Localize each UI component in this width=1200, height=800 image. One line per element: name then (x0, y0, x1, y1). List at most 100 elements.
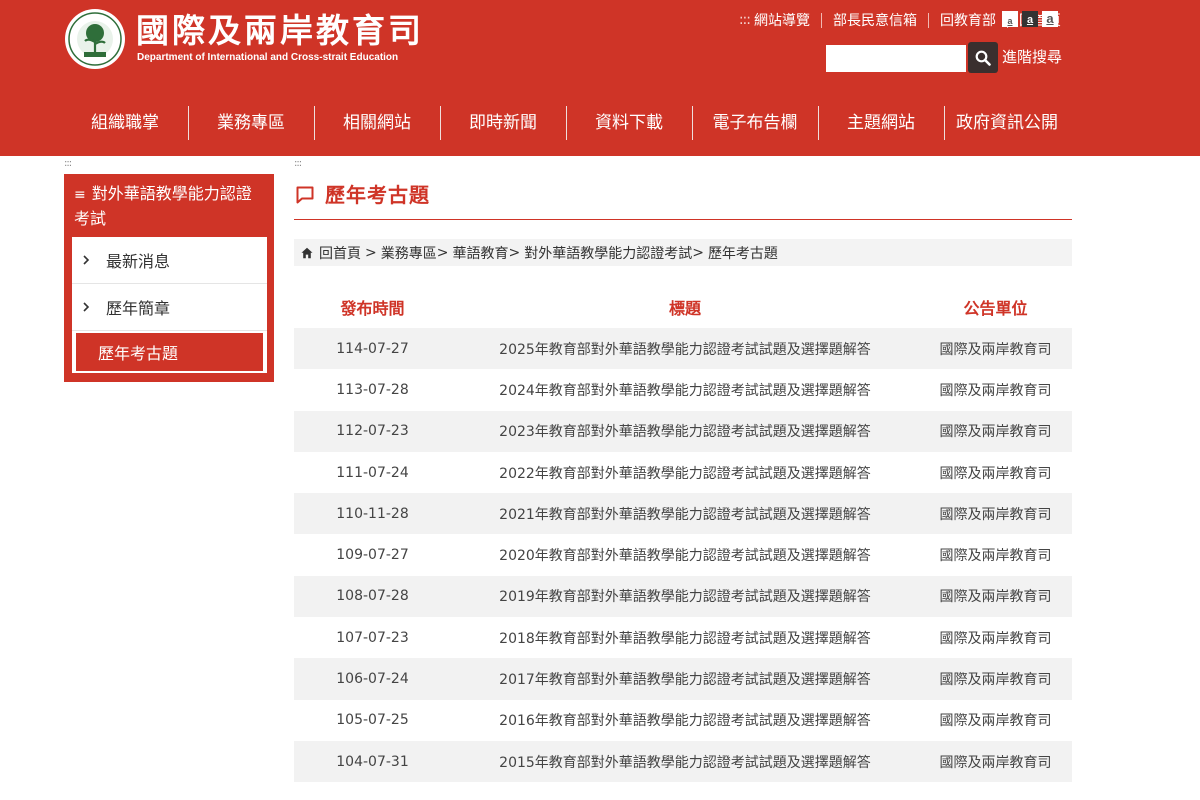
row-unit: 國際及兩岸教育司 (919, 410, 1072, 452)
ministry-emblem-icon (65, 9, 125, 69)
ministry-logo[interactable] (64, 8, 126, 70)
util-link-ministry-home[interactable]: 回教育部 (940, 10, 996, 30)
row-title-link[interactable]: 2023年教育部對外華語教學能力認證考試試題及選擇題解答 (499, 424, 871, 440)
row-title-link[interactable]: 2016年教育部對外華語教學能力認證考試試題及選擇題解答 (499, 713, 871, 729)
row-title-cell: 2015年教育部對外華語教學能力認證考試試題及選擇題解答 (451, 740, 919, 783)
row-date: 108-07-28 (294, 575, 451, 618)
util-link-sitemap[interactable]: 網站導覽 (754, 10, 810, 30)
row-unit: 國際及兩岸教育司 (919, 740, 1072, 783)
left-anchor[interactable]: ::: (64, 158, 72, 170)
row-title-cell: 2017年教育部對外華語教學能力認證考試試題及選擇題解答 (451, 658, 919, 700)
exam-table: 發布時間 標題 公告單位 114-07-27 2025年教育部對外華語教學能力認… (294, 286, 1072, 783)
sidebar: ≡ 對外華語教學能力認證考試 最新消息 歷年簡章 歷年考古題 (64, 174, 274, 382)
column-header-title[interactable]: 標題 (451, 286, 919, 328)
chevron-right-icon (82, 302, 92, 312)
main-anchor[interactable]: ::: (294, 158, 302, 170)
table-header-row: 發布時間 標題 公告單位 (294, 286, 1072, 328)
chevron-right-icon (82, 255, 92, 265)
table-row: 105-07-25 2016年教育部對外華語教學能力認證考試試題及選擇題解答 國… (294, 700, 1072, 741)
font-size-switcher: a a a (1002, 11, 1058, 27)
table-row: 107-07-23 2018年教育部對外華語教學能力認證考試試題及選擇題解答 國… (294, 617, 1072, 658)
row-title-link[interactable]: 2019年教育部對外華語教學能力認證考試試題及選擇題解答 (499, 589, 871, 605)
page-heading: 歷年考古題 (294, 180, 1072, 220)
row-unit: 國際及兩岸教育司 (939, 548, 1052, 565)
advanced-search-link[interactable]: 進階搜尋 (1002, 46, 1062, 67)
font-size-small-button[interactable]: a (1002, 11, 1018, 27)
nav-item-business[interactable]: 業務專區 (188, 105, 314, 141)
table-row: 114-07-27 2025年教育部對外華語教學能力認證考試試題及選擇題解答 國… (294, 328, 1072, 370)
breadcrumb-separator: > (436, 244, 449, 261)
search-icon (975, 50, 991, 66)
row-title-cell: 2023年教育部對外華語教學能力認證考試試題及選擇題解答 (451, 410, 919, 452)
row-date: 113-07-28 (336, 381, 409, 398)
column-header-date[interactable]: 發布時間 (294, 286, 451, 328)
row-title-link[interactable]: 2017年教育部對外華語教學能力認證考試試題及選擇題解答 (499, 672, 871, 688)
row-title-cell: 2020年教育部對外華語教學能力認證考試試題及選擇題解答 (451, 534, 919, 575)
row-unit: 國際及兩岸教育司 (939, 382, 1052, 399)
site-subtitle: Department of International and Cross-st… (137, 52, 399, 63)
sidebar-title-text: 對外華語教學能力認證考試 (74, 184, 252, 228)
nav-item-bulletin[interactable]: 電子布告欄 (692, 105, 818, 141)
row-title-cell: 2025年教育部對外華語教學能力認證考試試題及選擇題解答 (451, 328, 919, 370)
breadcrumb-separator: > (692, 244, 704, 261)
row-unit: 國際及兩岸教育司 (919, 575, 1072, 618)
row-title-link[interactable]: 2021年教育部對外華語教學能力認證考試試題及選擇題解答 (499, 507, 871, 523)
row-title-link[interactable]: 2024年教育部對外華語教學能力認證考試試題及選擇題解答 (499, 383, 871, 399)
page-title: 歷年考古題 (325, 183, 430, 207)
search-input[interactable] (826, 45, 966, 72)
row-title-link[interactable]: 2018年教育部對外華語教學能力認證考試試題及選擇題解答 (499, 631, 871, 647)
font-size-large-button[interactable]: a (1042, 11, 1058, 27)
breadcrumb-certification-exam[interactable]: 對外華語教學能力認證考試 (524, 243, 692, 263)
row-title-link[interactable]: 2025年教育部對外華語教學能力認證考試試題及選擇題解答 (499, 342, 871, 358)
sidebar-item-brochures[interactable]: 歷年簡章 (72, 284, 267, 331)
nav-item-downloads[interactable]: 資料下載 (566, 105, 692, 141)
row-unit: 國際及兩岸教育司 (939, 713, 1052, 730)
nav-item-gov-info[interactable]: 政府資訊公開 (944, 105, 1070, 141)
row-date: 109-07-27 (336, 547, 409, 564)
row-unit: 國際及兩岸教育司 (939, 465, 1052, 482)
font-size-medium-button[interactable]: a (1022, 11, 1038, 27)
row-date: 106-07-24 (294, 658, 451, 700)
nav-item-theme-sites[interactable]: 主題網站 (818, 105, 944, 141)
row-title-cell: 2021年教育部對外華語教學能力認證考試試題及選擇題解答 (451, 493, 919, 535)
breadcrumb-home[interactable]: 回首頁 (319, 243, 361, 263)
menu-icon: ≡ (74, 187, 86, 203)
accesskey-anchor[interactable]: ::: (739, 12, 751, 28)
row-unit: 國際及兩岸教育司 (919, 658, 1072, 700)
table-row: 111-07-24 2022年教育部對外華語教學能力認證考試試題及選擇題解答 國… (294, 452, 1072, 493)
breadcrumb-separator: > (365, 244, 377, 261)
table-row: 112-07-23 2023年教育部對外華語教學能力認證考試試題及選擇題解答 國… (294, 410, 1072, 452)
sidebar-title: ≡ 對外華語教學能力認證考試 (74, 182, 266, 230)
row-date: 107-07-23 (336, 629, 409, 646)
site-header: 國際及兩岸教育司 Department of International and… (0, 0, 1200, 156)
breadcrumb-current: 歷年考古題 (707, 245, 778, 262)
sidebar-item-label: 歷年考古題 (98, 344, 179, 363)
search-button[interactable] (968, 42, 998, 73)
row-date: 111-07-24 (336, 464, 409, 481)
site-title: 國際及兩岸教育司 (136, 11, 424, 50)
table-row: 106-07-24 2017年教育部對外華語教學能力認證考試試題及選擇題解答 國… (294, 658, 1072, 700)
home-icon (301, 247, 313, 258)
column-header-unit[interactable]: 公告單位 (919, 286, 1072, 328)
main-nav: 組織職掌 業務專區 相關網站 即時新聞 資料下載 電子布告欄 主題網站 政府資訊… (62, 105, 1070, 141)
row-title-link[interactable]: 2015年教育部對外華語教學能力認證考試試題及選擇題解答 (499, 755, 871, 771)
row-title-link[interactable]: 2020年教育部對外華語教學能力認證考試試題及選擇題解答 (499, 548, 871, 564)
table-row: 110-11-28 2021年教育部對外華語教學能力認證考試試題及選擇題解答 國… (294, 493, 1072, 535)
sidebar-item-latest-news[interactable]: 最新消息 (72, 237, 267, 284)
breadcrumb-business[interactable]: 業務專區 (381, 243, 437, 263)
divider (928, 12, 929, 28)
row-title-link[interactable]: 2022年教育部對外華語教學能力認證考試試題及選擇題解答 (499, 466, 871, 482)
util-link-minister-mailbox[interactable]: 部長民意信箱 (833, 10, 917, 30)
nav-item-organization[interactable]: 組織職掌 (62, 105, 188, 141)
table-row: 108-07-28 2019年教育部對外華語教學能力認證考試試題及選擇題解答 國… (294, 575, 1072, 618)
breadcrumb-chinese-education[interactable]: 華語教育 (452, 243, 508, 263)
nav-item-news[interactable]: 即時新聞 (440, 105, 566, 141)
row-unit: 國際及兩岸教育司 (939, 630, 1052, 647)
row-title-cell: 2019年教育部對外華語教學能力認證考試試題及選擇題解答 (451, 575, 919, 618)
sidebar-item-past-exams[interactable]: 歷年考古題 (76, 333, 263, 371)
sidebar-item-label: 歷年簡章 (106, 299, 171, 318)
nav-item-related-sites[interactable]: 相關網站 (314, 105, 440, 141)
divider (821, 12, 822, 28)
table-row: 113-07-28 2024年教育部對外華語教學能力認證考試試題及選擇題解答 國… (294, 369, 1072, 410)
breadcrumb-separator: > (508, 244, 521, 261)
